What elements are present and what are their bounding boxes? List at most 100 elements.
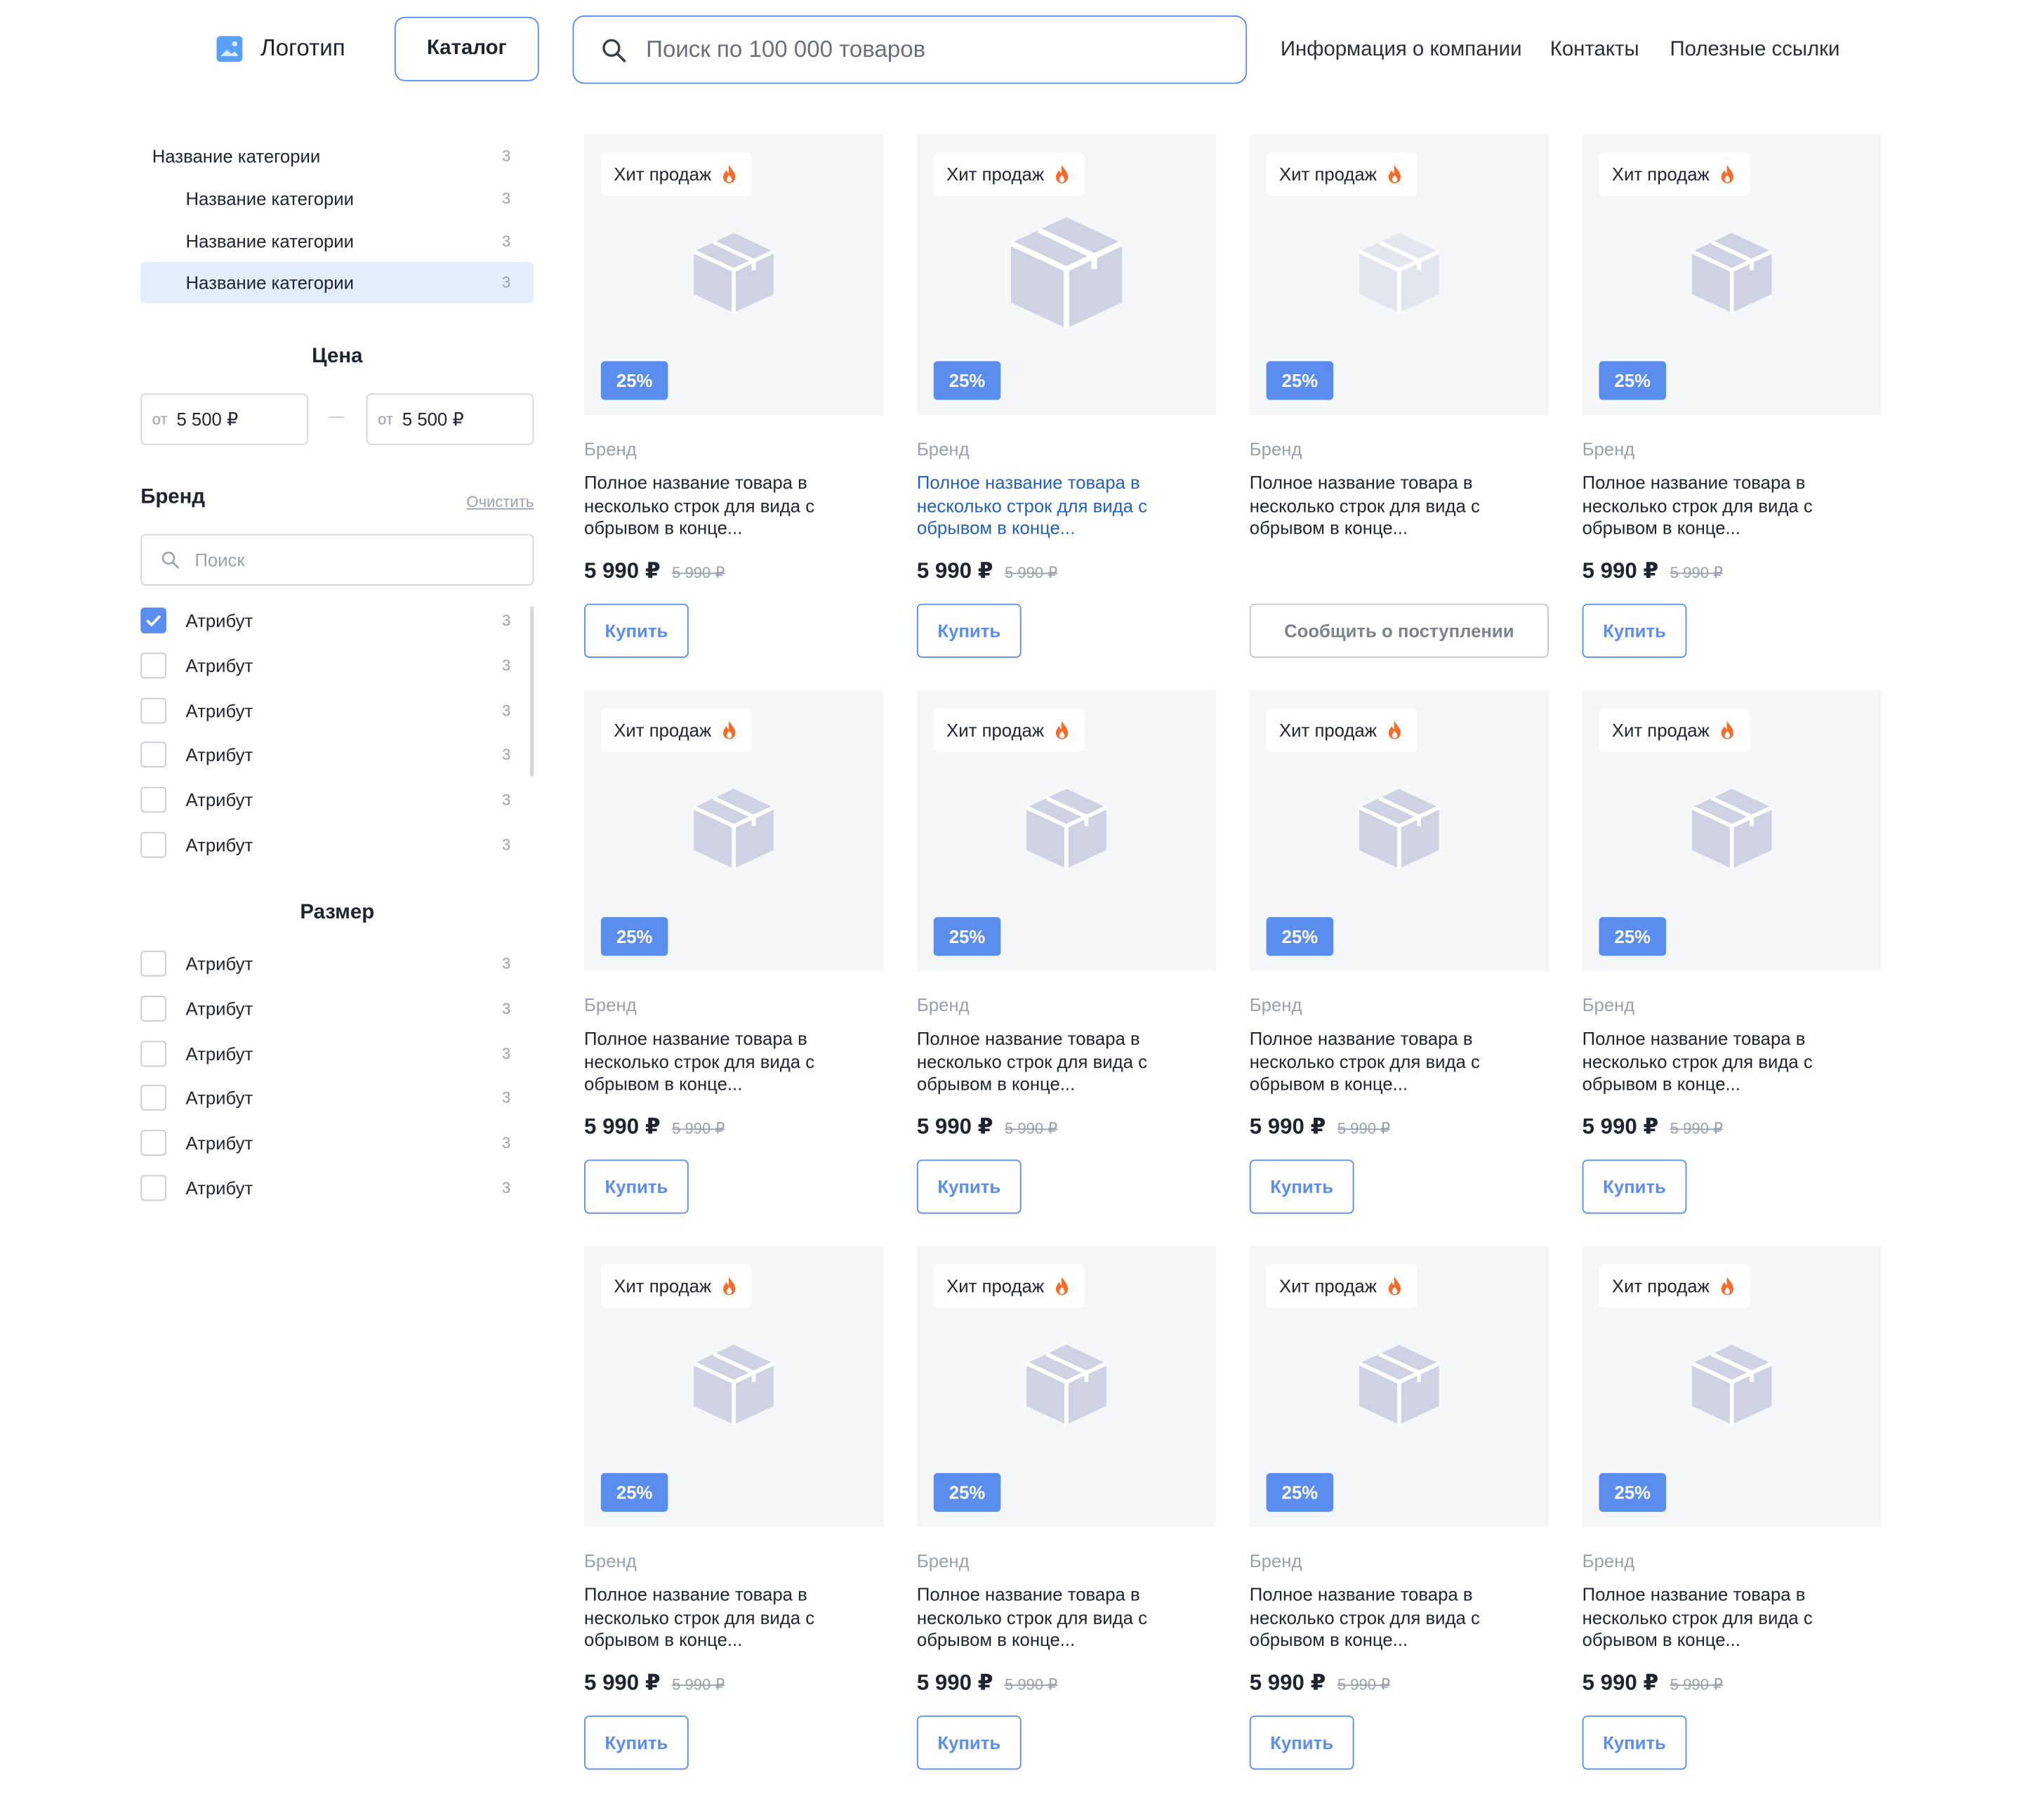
buy-button[interactable]: Купить <box>584 1715 689 1770</box>
buy-button[interactable]: Купить <box>916 1159 1022 1214</box>
product-image[interactable]: Хит продаж 25% <box>916 1246 1217 1528</box>
product-name-link[interactable]: Полное название товара в несколько строк… <box>1582 1028 1840 1095</box>
flame-icon <box>1720 720 1733 739</box>
buy-button[interactable]: Купить <box>916 603 1022 658</box>
checkbox[interactable] <box>140 741 166 768</box>
product-placeholder-icon <box>1025 789 1107 869</box>
attribute-checkbox[interactable]: Атрибут 3 <box>140 1174 515 1202</box>
buy-button[interactable]: Купить <box>1249 1159 1354 1214</box>
category-count: 3 <box>502 232 511 251</box>
subcategory-item-active[interactable]: Название категории 3 <box>140 261 534 303</box>
search-input[interactable] <box>643 34 1217 65</box>
checkbox[interactable] <box>140 950 166 977</box>
check-icon <box>146 614 161 627</box>
product-card[interactable]: Хит продаж 25% Бренд Полное название товара… <box>584 134 884 676</box>
brand-clear-link[interactable]: Очистить <box>466 493 534 511</box>
product-name-link[interactable]: Полное название товара в несколько строк… <box>917 1584 1175 1651</box>
bestseller-badge: Хит продаж <box>933 152 1085 197</box>
product-image[interactable]: Хит продаж 25% <box>916 690 1217 972</box>
catalog-button[interactable]: Каталог <box>395 16 539 81</box>
product-card[interactable]: Хит продаж 25% Бренд Полное название товара… <box>1249 690 1549 1232</box>
product-brand: Бренд <box>1249 1550 1302 1571</box>
product-name-link[interactable]: Полное название товара в несколько строк… <box>1250 1584 1507 1651</box>
product-image[interactable]: Хит продаж 25% <box>1582 690 1882 972</box>
checkbox[interactable] <box>140 1040 166 1067</box>
attribute-checkbox[interactable]: Атрибут 3 <box>140 949 515 977</box>
checkbox[interactable] <box>140 1085 166 1112</box>
attribute-checkbox[interactable]: Атрибут 3 <box>140 1039 515 1067</box>
product-card[interactable]: Хит продаж 25% Бренд Полное название товара… <box>1582 134 1882 676</box>
product-image[interactable]: Хит продаж 25% <box>584 1246 884 1528</box>
search-box[interactable] <box>572 15 1248 84</box>
product-image[interactable]: Хит продаж 25% <box>1249 134 1549 416</box>
product-name-link[interactable]: Полное название товара в несколько строк… <box>584 472 842 539</box>
buy-button[interactable]: Купить <box>1582 1159 1687 1214</box>
notify-availability-button[interactable]: Сообщить о поступлении <box>1249 603 1549 658</box>
attribute-checkbox[interactable]: Атрибут 3 <box>140 651 515 679</box>
product-image[interactable]: Хит продаж 25% <box>584 690 884 972</box>
attribute-checkbox[interactable]: Атрибут 3 <box>140 786 515 814</box>
logo[interactable]: Логотип <box>216 35 345 62</box>
category-label: Название категории <box>185 230 355 252</box>
price-from-field[interactable]: от 5 500 ₽ <box>140 393 308 445</box>
brand-search-input[interactable] <box>192 548 507 572</box>
product-card[interactable]: Хит продаж 25% Бренд Полное название товара… <box>916 134 1217 676</box>
attribute-checkbox[interactable]: Атрибут 3 <box>140 994 515 1022</box>
product-name-link[interactable]: Полное название товара в несколько строк… <box>584 1584 842 1651</box>
buy-button[interactable]: Купить <box>1249 1715 1354 1770</box>
product-card[interactable]: Хит продаж 25% Бренд Полное название товара… <box>584 690 884 1232</box>
buy-button[interactable]: Купить <box>584 603 689 658</box>
attribute-checkbox[interactable]: Атрибут 3 <box>140 741 515 769</box>
product-image[interactable]: Хит продаж 25% <box>1582 1246 1882 1528</box>
product-card[interactable]: Хит продаж 25% Бренд Полное название товара… <box>916 1246 1217 1788</box>
attribute-count: 3 <box>502 701 511 720</box>
checkbox[interactable] <box>140 652 166 678</box>
checkbox[interactable] <box>140 786 166 813</box>
product-name-link[interactable]: Полное название товара в несколько строк… <box>917 472 1175 539</box>
checkbox[interactable] <box>140 831 166 858</box>
checkbox-checked[interactable] <box>140 607 166 633</box>
checkbox[interactable] <box>140 1130 166 1156</box>
product-name-link[interactable]: Полное название товара в несколько строк… <box>917 1028 1175 1095</box>
brand-list-scrollbar[interactable] <box>529 606 534 777</box>
product-card[interactable]: Хит продаж 25% Бренд Полное название товара… <box>584 1246 884 1788</box>
buy-button[interactable]: Купить <box>916 1715 1022 1770</box>
buy-button[interactable]: Купить <box>584 1159 689 1214</box>
nav-link-company-info[interactable]: Информация о компании <box>1281 39 1522 62</box>
checkbox[interactable] <box>140 995 166 1022</box>
product-name-link[interactable]: Полное название товара в несколько строк… <box>584 1028 842 1095</box>
product-image[interactable]: Хит продаж 25% <box>584 134 884 416</box>
discount-badge: 25% <box>1266 917 1334 956</box>
price-to-field[interactable]: от 5 500 ₽ <box>366 393 534 445</box>
product-image[interactable]: Хит продаж 25% <box>1249 690 1549 972</box>
product-name-link[interactable]: Полное название товара в несколько строк… <box>1582 472 1840 539</box>
checkbox[interactable] <box>140 1175 166 1201</box>
product-image[interactable]: Хит продаж 25% <box>1249 1246 1549 1528</box>
nav-link-contacts[interactable]: Контакты <box>1550 39 1639 62</box>
checkbox[interactable] <box>140 697 166 723</box>
product-name-link[interactable]: Полное название товара в несколько строк… <box>1250 472 1507 539</box>
product-name-link[interactable]: Полное название товара в несколько строк… <box>1582 1584 1840 1651</box>
bestseller-label: Хит продаж <box>1279 164 1377 185</box>
category-item[interactable]: Название категории 3 <box>140 136 534 177</box>
buy-button[interactable]: Купить <box>1582 1715 1687 1770</box>
product-card[interactable]: Хит продаж 25% Бренд Полное название товара… <box>1582 690 1882 1232</box>
subcategory-item[interactable]: Название категории 3 <box>140 220 534 262</box>
nav-link-useful-links[interactable]: Полезные ссылки <box>1670 39 1840 62</box>
attribute-label: Атрибут <box>185 998 253 1019</box>
product-card[interactable]: Хит продаж 25% Бренд Полное название товара… <box>1249 1246 1549 1788</box>
product-card[interactable]: Хит продаж 25% Бренд Полное название товара… <box>1249 134 1549 676</box>
attribute-checkbox[interactable]: Атрибут 3 <box>140 1084 515 1112</box>
product-name-link[interactable]: Полное название товара в несколько строк… <box>1250 1028 1507 1095</box>
product-image[interactable]: Хит продаж 25% <box>1582 134 1882 416</box>
attribute-checkbox[interactable]: Атрибут 3 <box>140 696 515 724</box>
attribute-checkbox[interactable]: Атрибут 3 <box>140 831 515 859</box>
product-card[interactable]: Хит продаж 25% Бренд Полное название товара… <box>916 690 1217 1232</box>
attribute-checkbox[interactable]: Атрибут 3 <box>140 606 515 634</box>
product-card[interactable]: Хит продаж 25% Бренд Полное название товара… <box>1582 1246 1882 1788</box>
attribute-checkbox[interactable]: Атрибут 3 <box>140 1129 515 1157</box>
brand-search-box[interactable] <box>140 534 534 586</box>
subcategory-item[interactable]: Название категории 3 <box>140 178 534 220</box>
product-image[interactable]: Хит продаж 25% <box>916 134 1217 416</box>
buy-button[interactable]: Купить <box>1582 603 1687 658</box>
